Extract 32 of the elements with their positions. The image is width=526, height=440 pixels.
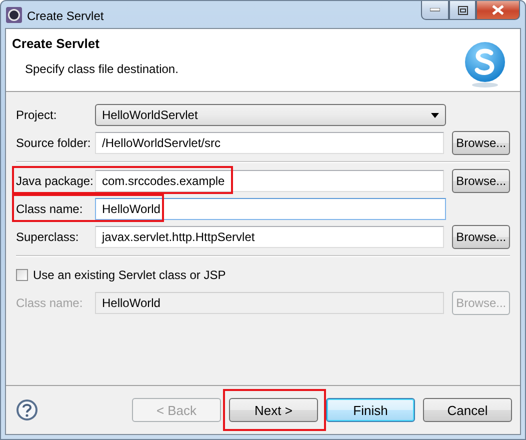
close-icon (492, 5, 504, 15)
field-label: Source folder: (16, 136, 92, 150)
field-label: Class name: (16, 296, 84, 310)
checkbox[interactable] (16, 269, 28, 281)
wizard-button[interactable]: Finish (326, 398, 415, 422)
wizard-description: Specify class file destination. (25, 62, 178, 76)
wizard-button[interactable]: Cancel (423, 398, 512, 422)
browse-button[interactable]: Browse... (452, 169, 510, 193)
text-field[interactable]: javax.servlet.http.HttpServlet (95, 226, 444, 248)
browse-button[interactable]: Browse... (452, 131, 510, 155)
field-label: Project: (16, 108, 58, 122)
maximize-button[interactable] (449, 1, 476, 20)
servlet-logo-icon (464, 42, 506, 88)
help-icon[interactable] (16, 399, 38, 421)
minimize-button[interactable] (421, 1, 449, 20)
text-field[interactable]: /HelloWorldServlet/src (95, 132, 444, 154)
browse-button[interactable]: Browse... (452, 225, 510, 249)
text-field[interactable]: com.srccodes.example (95, 170, 444, 192)
project-dropdown[interactable]: HelloWorldServlet (95, 104, 446, 126)
field-label: Class name: (16, 202, 84, 216)
maximize-icon (458, 6, 468, 14)
wizard-button[interactable]: Next > (229, 398, 318, 422)
window-title: Create Servlet (27, 9, 104, 23)
minimize-icon (430, 8, 440, 12)
checkbox-label: Use an existing Servlet class or JSP (33, 268, 226, 282)
close-button[interactable] (476, 1, 520, 20)
field-label: Java package: (16, 174, 94, 188)
text-field[interactable]: HelloWorld (95, 198, 446, 220)
app-icon (6, 7, 22, 23)
dropdown-arrow-icon (431, 112, 439, 118)
wizard-title: Create Servlet (12, 36, 100, 51)
field-label: Superclass: (16, 230, 80, 244)
